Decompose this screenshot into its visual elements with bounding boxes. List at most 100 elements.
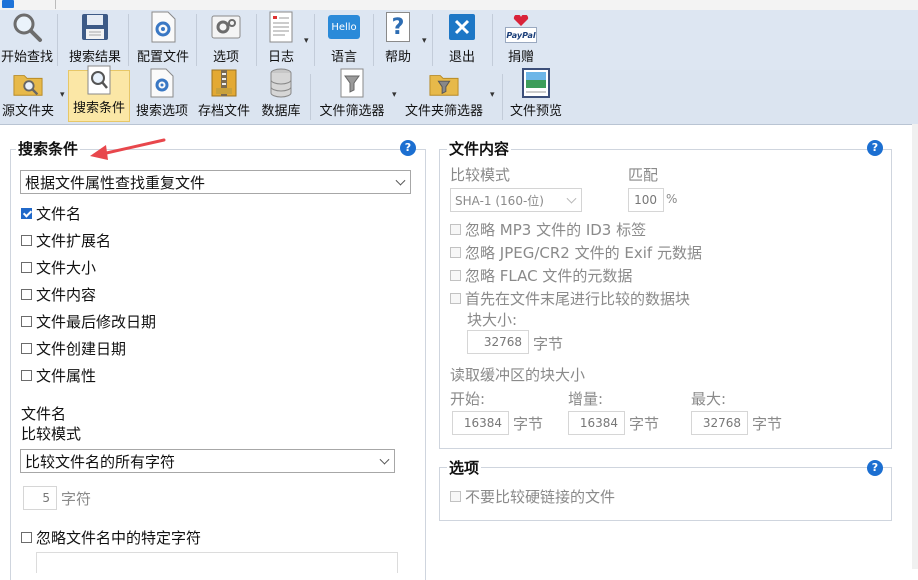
file-preview-button[interactable]: 文件预览	[506, 68, 566, 124]
toolbar-divider	[373, 14, 374, 66]
check-size[interactable]: 文件大小	[21, 257, 96, 278]
hash-mode-select[interactable]: SHA-1 (160-位)	[450, 188, 582, 212]
config-file-button[interactable]: 配置文件	[134, 10, 192, 70]
content-help-icon[interactable]: ?	[867, 140, 883, 156]
file-filter-button[interactable]: 文件筛选器	[316, 68, 388, 124]
language-button[interactable]: Hello 语言	[320, 10, 368, 70]
block-size-label: 块大小:	[467, 311, 518, 329]
toolbar-divider	[57, 14, 58, 66]
folder-filter-label: 文件夹筛选器	[404, 104, 483, 119]
buffer-start-input[interactable]: 16384	[452, 411, 509, 435]
search-results-button[interactable]: 搜索结果	[66, 10, 124, 70]
buffer-increment-label: 增量:	[568, 390, 604, 408]
ignore-jpeg-checkbox[interactable]	[450, 247, 461, 258]
compare-mode-label: 比较模式	[21, 425, 82, 443]
check-content[interactable]: 文件内容	[21, 284, 96, 305]
tail-compare-checkbox[interactable]	[450, 293, 461, 304]
filename-checkbox[interactable]	[21, 208, 32, 219]
main-toolbar: 开始查找 搜索结果 配置文件 选项 日志 ▾ Hello 语言 ? 帮助 ▾ 退…	[0, 10, 918, 71]
modified-date-checkbox[interactable]	[21, 316, 32, 327]
magnifier-icon	[10, 11, 44, 43]
file-content-title: 文件内容	[447, 138, 512, 159]
options-help-icon[interactable]: ?	[867, 460, 883, 476]
search-mode-select[interactable]: 根据文件属性查找重复文件	[20, 170, 411, 194]
database-label: 数据库	[261, 104, 301, 119]
vertical-scrollbar[interactable]	[912, 124, 918, 569]
compare-mode-select[interactable]: 比较文件名的所有字符	[20, 449, 395, 473]
content-checkbox[interactable]	[21, 289, 32, 300]
donate-button[interactable]: PayPal 捐赠	[498, 10, 544, 70]
start-search-button[interactable]: 开始查找	[0, 10, 54, 70]
file-filter-dropdown-arrow-icon[interactable]: ▾	[392, 90, 397, 100]
source-folder-label: 源文件夹	[1, 104, 54, 119]
log-document-icon	[264, 11, 298, 43]
app-icon	[2, 0, 14, 8]
extension-checkbox[interactable]	[21, 235, 32, 246]
options-button[interactable]: 选项	[200, 10, 252, 70]
hello-bubble-icon: Hello	[327, 11, 361, 43]
match-percent-input[interactable]: 100	[628, 188, 664, 212]
buffer-start-label: 开始:	[450, 390, 486, 408]
no-hardlinks-label: 不要比较硬链接的文件	[465, 488, 616, 506]
check-created-date[interactable]: 文件创建日期	[21, 338, 126, 359]
help-dropdown-arrow-icon[interactable]: ▾	[422, 36, 427, 46]
log-dropdown-arrow-icon[interactable]: ▾	[304, 36, 309, 46]
created-date-checkbox[interactable]	[21, 343, 32, 354]
size-checkbox[interactable]	[21, 262, 32, 273]
search-options-button[interactable]: 搜索选项	[134, 68, 190, 124]
compare-mode-value: 比较文件名的所有字符	[25, 452, 176, 471]
toolbar-divider	[502, 74, 503, 120]
filename-section-label: 文件名	[21, 405, 67, 423]
extension-check-label: 文件扩展名	[36, 232, 112, 250]
toolbar-divider	[310, 74, 311, 120]
exit-button[interactable]: 退出	[440, 10, 484, 70]
help-label: 帮助	[384, 50, 411, 65]
block-size-input[interactable]: 32768	[467, 330, 529, 354]
language-label: 语言	[330, 50, 357, 65]
folder-filter-dropdown-arrow-icon[interactable]: ▾	[490, 90, 495, 100]
check-extension[interactable]: 文件扩展名	[21, 230, 111, 251]
match-label: 匹配	[628, 166, 659, 184]
check-attributes[interactable]: 文件属性	[21, 365, 96, 386]
database-icon	[266, 68, 296, 98]
ignore-chars-checkbox[interactable]	[21, 532, 32, 543]
ignore-flac-checkbox[interactable]	[450, 270, 461, 281]
no-hardlinks-checkbox[interactable]	[450, 491, 461, 502]
check-ignore-mp3[interactable]: 忽略 MP3 文件的 ID3 标签	[450, 219, 646, 240]
search-results-label: 搜索结果	[68, 50, 121, 65]
char-count-input[interactable]: 5	[23, 486, 57, 510]
size-check-label: 文件大小	[36, 259, 97, 277]
search-criteria-button[interactable]: 搜索条件	[68, 65, 130, 122]
check-tail-compare[interactable]: 首先在文件末尾进行比较的数据块	[450, 288, 690, 309]
chevron-down-icon	[395, 175, 406, 186]
buffer-start-unit: 字节	[513, 415, 544, 433]
source-folder-button[interactable]: 源文件夹	[0, 70, 56, 124]
filename-check-label: 文件名	[36, 205, 82, 223]
content-check-label: 文件内容	[36, 286, 97, 304]
check-ignore-jpeg[interactable]: 忽略 JPEG/CR2 文件的 Exif 元数据	[450, 242, 702, 263]
ignore-chars-input[interactable]	[36, 552, 398, 573]
buffer-max-unit: 字节	[752, 415, 783, 433]
folder-filter-button[interactable]: 文件夹筛选器	[402, 70, 486, 124]
source-folder-dropdown-arrow-icon[interactable]: ▾	[60, 90, 65, 100]
paypal-text: PayPal	[505, 27, 537, 43]
check-ignore-flac[interactable]: 忽略 FLAC 文件的元数据	[450, 265, 632, 286]
buffer-max-input[interactable]: 32768	[691, 411, 748, 435]
database-button[interactable]: 数据库	[258, 68, 304, 124]
attributes-checkbox[interactable]	[21, 370, 32, 381]
modified-date-check-label: 文件最后修改日期	[36, 313, 157, 331]
buffer-increment-input[interactable]: 16384	[568, 411, 625, 435]
check-modified-date[interactable]: 文件最后修改日期	[21, 311, 156, 332]
ignore-mp3-checkbox[interactable]	[450, 224, 461, 235]
check-no-hardlinks[interactable]: 不要比较硬链接的文件	[450, 486, 615, 507]
criteria-help-icon[interactable]: ?	[400, 140, 416, 156]
archive-files-button[interactable]: 存档文件	[196, 69, 252, 124]
attributes-check-label: 文件属性	[36, 367, 97, 385]
check-ignore-chars[interactable]: 忽略文件名中的特定字符	[21, 527, 201, 548]
folder-filter-icon	[429, 70, 459, 98]
check-filename[interactable]: 文件名	[21, 203, 81, 224]
log-button[interactable]: 日志	[260, 10, 302, 70]
help-button[interactable]: ? 帮助	[378, 10, 418, 70]
search-options-label: 搜索选项	[135, 104, 188, 119]
block-size-unit: 字节	[533, 335, 564, 353]
